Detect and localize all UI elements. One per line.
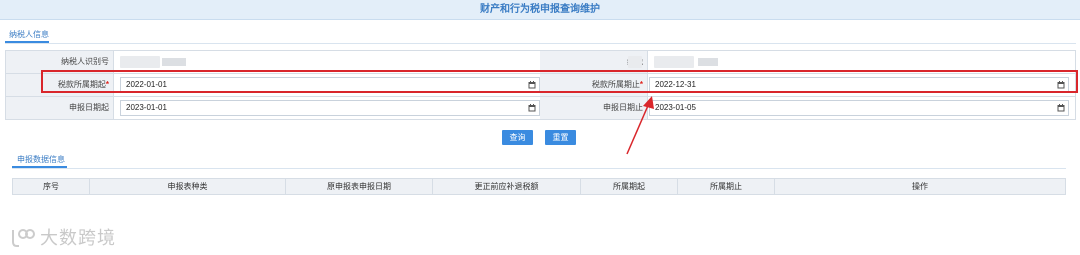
reset-button[interactable]: 重置 — [545, 130, 576, 145]
annotation-highlight-box — [41, 70, 1078, 93]
watermark-text: 大数跨境 — [40, 228, 116, 249]
watermark: 大数跨境 — [10, 224, 116, 250]
calendar-icon[interactable] — [528, 104, 536, 112]
form-row-declaration-date: 申报日期起 2023-01-01 申报日期止 2023-01-05 — [6, 97, 1075, 120]
page-title: 财产和行为税申报查询维护 — [0, 0, 1080, 20]
column-header-period-start[interactable]: 所属期起 — [581, 179, 678, 194]
tab-divider — [5, 43, 1076, 44]
annotation-arrow-icon — [626, 96, 654, 155]
watermark-logo-icon — [12, 229, 35, 247]
column-header-period-end[interactable]: 所属期止 — [678, 179, 775, 194]
redacted-value — [120, 56, 160, 68]
column-header-index[interactable]: 序号 — [13, 179, 90, 194]
calendar-icon[interactable] — [1057, 104, 1065, 112]
declaration-date-end-input[interactable]: 2023-01-05 — [649, 100, 1069, 116]
declaration-date-start-input[interactable]: 2023-01-01 — [120, 100, 540, 116]
redacted-value — [162, 58, 186, 66]
declaration-table-header: 序号 申报表种类 原申报表申报日期 更正前应补退税额 所属期起 所属期止 操作 — [12, 178, 1066, 195]
declaration-date-start-label: 申报日期起 — [6, 97, 114, 119]
column-header-original-date[interactable]: 原申报表申报日期 — [286, 179, 433, 194]
column-header-actions[interactable]: 操作 — [775, 179, 1065, 194]
column-header-tax-amount[interactable]: 更正前应补退税额 — [433, 179, 581, 194]
redacted-value — [654, 56, 694, 68]
tab-taxpayer-info[interactable]: 纳税人信息 — [9, 29, 49, 40]
tab-declaration-data[interactable]: 申报数据信息 — [17, 154, 65, 165]
redacted-value — [628, 56, 642, 68]
tab-divider — [12, 168, 1066, 169]
declaration-date-end-label: 申报日期止 — [540, 97, 648, 119]
redacted-value — [698, 58, 718, 66]
query-button[interactable]: 查询 — [502, 130, 533, 145]
column-header-form-type[interactable]: 申报表种类 — [90, 179, 286, 194]
